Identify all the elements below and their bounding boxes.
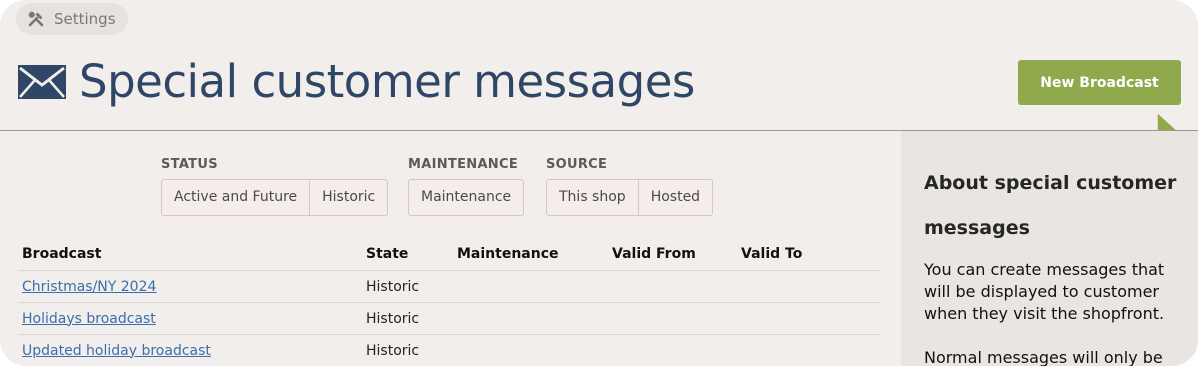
filter-maintenance-option[interactable]: Maintenance [409,180,523,215]
state-cell: Historic [366,278,420,295]
filter-maintenance-label: MAINTENANCE [408,157,519,172]
broadcast-table: Broadcast State Maintenance Valid From V… [18,238,880,366]
filter-active-and-future[interactable]: Active and Future [162,180,309,215]
filter-source: SOURCE This shop Hosted [546,155,714,216]
maintenance-toggle-group: Maintenance [408,179,525,216]
filter-historic[interactable]: Historic [309,180,387,215]
column-header-valid-from[interactable]: Valid From [612,246,741,262]
filter-status-label: STATUS [161,157,218,172]
breadcrumb-label: Settings [54,10,116,28]
column-header-broadcast[interactable]: Broadcast [18,246,366,262]
filter-this-shop[interactable]: This shop [547,180,638,215]
column-header-maintenance[interactable]: Maintenance [457,246,612,262]
tools-icon [28,11,44,27]
broadcast-link[interactable]: Updated holiday broadcast [22,343,211,359]
state-cell: Historic [366,310,420,327]
breadcrumb-settings[interactable]: Settings [16,3,128,35]
state-cell: Historic [366,342,420,359]
source-toggle-group: This shop Hosted [546,179,714,216]
filter-hosted[interactable]: Hosted [637,180,712,215]
filter-source-label: SOURCE [546,157,608,172]
column-header-state[interactable]: State [366,246,457,262]
filter-maintenance: MAINTENANCE Maintenance [408,155,525,216]
about-title: About special customer messages [924,172,1177,239]
broadcast-link[interactable]: Christmas/NY 2024 [22,279,156,295]
app-frame: Settings Special customer messages New B… [0,0,1198,366]
filter-status: STATUS Active and Future Historic [161,155,389,216]
status-toggle-group: Active and Future Historic [161,179,389,216]
page-header: Special customer messages [18,52,695,112]
new-broadcast-button[interactable]: New Broadcast [1018,60,1181,105]
about-panel: About special customer messages You can … [901,131,1198,366]
about-paragraph: Normal messages will only be [924,348,1163,366]
table-header: Broadcast State Maintenance Valid From V… [18,238,880,271]
page-title: Special customer messages [79,55,695,108]
table-row: Christmas/NY 2024 Historic [18,271,880,303]
column-header-valid-to[interactable]: Valid To [741,246,880,262]
table-row: Holidays broadcast Historic [18,303,880,335]
broadcast-link[interactable]: Holidays broadcast [22,311,156,327]
envelope-icon [18,65,66,99]
table-row: Updated holiday broadcast Historic [18,335,880,366]
about-paragraph: You can create messages that will be dis… [924,260,1165,323]
